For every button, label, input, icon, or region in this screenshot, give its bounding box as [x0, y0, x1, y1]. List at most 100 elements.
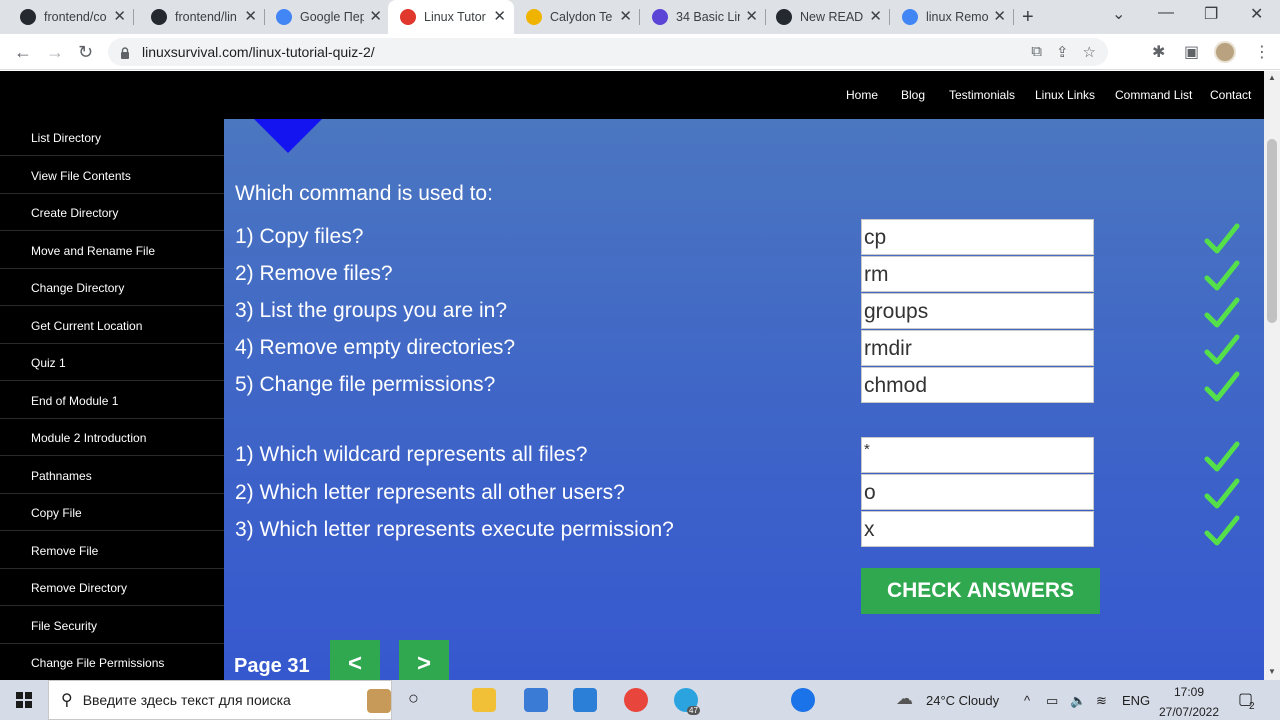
nav-testimonials-link[interactable]: Testimonials	[949, 88, 1015, 102]
answer-input[interactable]: *	[861, 437, 1094, 473]
answer-input[interactable]: rm	[861, 256, 1094, 292]
sidebar-item[interactable]: Remove File	[0, 532, 224, 569]
nav-linux-links-link[interactable]: Linux Links	[1035, 88, 1095, 102]
tab-title: New READM	[800, 10, 864, 24]
answer-input[interactable]: cp	[861, 219, 1094, 255]
nav-contact-link[interactable]: Contact	[1210, 88, 1251, 102]
browser-tab[interactable]: Google Пер ✕	[264, 0, 390, 34]
sidebar-item[interactable]: Pathnames	[0, 457, 224, 494]
battery-icon[interactable]: ▭	[1046, 693, 1058, 709]
scroll-up-icon[interactable]: ▲	[1268, 73, 1276, 82]
sidebar-item-label: Get Current Location	[31, 318, 143, 333]
close-tab-icon[interactable]: ✕	[993, 9, 1006, 25]
answer-input[interactable]: o	[861, 474, 1094, 510]
browser-tab[interactable]: frontend/lin ✕	[139, 0, 265, 34]
cloud-icon: ☁	[896, 689, 913, 708]
reload-icon[interactable]: ↻	[78, 42, 93, 62]
menu-kebab-icon[interactable]: ⋮	[1254, 42, 1270, 62]
sidebar-item[interactable]: Copy File	[0, 494, 224, 531]
close-tab-icon[interactable]: ✕	[619, 9, 632, 25]
browser-tab[interactable]: New READM ✕	[764, 0, 890, 34]
sidebar-item[interactable]: List Directory	[0, 119, 224, 156]
close-tab-icon[interactable]: ✕	[745, 9, 758, 25]
forward-icon[interactable]: →	[46, 42, 64, 62]
close-tab-icon[interactable]: ✕	[369, 9, 382, 25]
quiz-question: 5) Change file permissions?	[235, 373, 496, 396]
close-tab-icon[interactable]: ✕	[869, 9, 882, 25]
file-explorer-icon[interactable]	[472, 688, 496, 712]
quiz-question: 1) Copy files?	[235, 225, 364, 248]
sidebar-item[interactable]: Module 2 Introduction	[0, 419, 224, 456]
nav-command-list-link[interactable]: Command List	[1115, 88, 1192, 102]
sidebar-item[interactable]: View File Contents	[0, 157, 224, 194]
extensions-icon[interactable]: ✱	[1152, 42, 1165, 62]
side-panel-icon[interactable]: ▣	[1184, 42, 1199, 62]
scroll-down-icon[interactable]: ▼	[1268, 667, 1276, 676]
nav-home-link[interactable]: Home	[846, 88, 878, 102]
close-tab-icon[interactable]: ✕	[113, 9, 126, 25]
url-text: linuxsurvival.com/linux-tutorial-quiz-2/	[142, 44, 375, 60]
sidebar-item[interactable]: Get Current Location	[0, 307, 224, 344]
browser-tab[interactable]: 34 Basic Lin ✕	[640, 0, 766, 34]
sidebar-item-label: Change Directory	[31, 281, 125, 295]
page-scrollbar[interactable]: ▲ ▼	[1264, 71, 1280, 680]
sidebar-item[interactable]: Change File Permissions	[0, 644, 224, 680]
task-view-icon[interactable]: ○	[408, 688, 419, 709]
answer-input[interactable]: rmdir	[861, 330, 1094, 366]
minimize-icon[interactable]: —	[1158, 4, 1174, 22]
close-window-icon[interactable]: ✕	[1250, 4, 1263, 24]
close-tab-icon[interactable]: ✕	[493, 9, 506, 25]
omnibox[interactable]: linuxsurvival.com/linux-tutorial-quiz-2/…	[108, 38, 1108, 66]
help-icon[interactable]	[791, 688, 815, 712]
check-answers-button[interactable]: CHECK ANSWERS	[861, 568, 1100, 614]
answer-input[interactable]: chmod	[861, 367, 1094, 403]
nav-blog-link[interactable]: Blog	[901, 88, 925, 102]
weather-text[interactable]: 24°C Cloudy	[926, 693, 999, 708]
sidebar-item[interactable]: Change Directory	[0, 269, 224, 306]
browser-tab[interactable]: Calydon Te ✕	[514, 0, 640, 34]
maximize-icon[interactable]: ❐	[1204, 4, 1218, 24]
sidebar-item[interactable]: Move and Rename File	[0, 232, 224, 269]
decorative-triangle	[254, 119, 322, 153]
bookmark-star-icon[interactable]: ☆	[1083, 43, 1096, 61]
back-icon[interactable]: ←	[14, 42, 32, 62]
answer-input[interactable]: groups	[861, 293, 1094, 329]
sidebar-item-label: Move and Rename File	[31, 243, 156, 258]
windows-start-icon[interactable]	[16, 692, 32, 708]
wifi-icon[interactable]: ≋	[1096, 693, 1107, 709]
chrome-icon[interactable]	[624, 688, 648, 712]
windows-taskbar: ⚲ Введите здесь текст для поиска ○ 47 ☁ …	[0, 680, 1280, 720]
scrollbar-thumb[interactable]	[1267, 139, 1277, 323]
answer-input[interactable]: x	[861, 511, 1094, 547]
quiz-question: 2) Which letter represents all other use…	[235, 481, 625, 504]
vscode-icon[interactable]	[573, 688, 597, 712]
browser-tab[interactable]: frontend/co ✕	[8, 0, 134, 34]
close-tab-icon[interactable]: ✕	[244, 9, 257, 25]
microsoft-store-icon[interactable]	[524, 688, 548, 712]
volume-icon[interactable]: 🔈	[1070, 693, 1086, 709]
tab-title: frontend/lin	[175, 10, 237, 24]
browser-tab[interactable]: linux Remo ✕	[890, 0, 1014, 34]
correct-check-icon	[1204, 478, 1240, 510]
google-icon	[902, 9, 918, 25]
quiz-question: 2) Remove files?	[235, 262, 393, 285]
sidebar-item[interactable]: File Security	[0, 607, 224, 644]
sidebar-item-label: View File Contents	[31, 168, 131, 183]
translate-icon[interactable]: ⧉	[1031, 43, 1042, 61]
taskbar-search-box[interactable]: ⚲ Введите здесь текст для поиска	[48, 680, 392, 720]
sidebar-item[interactable]: Remove Directory	[0, 569, 224, 606]
next-page-button[interactable]: >	[399, 640, 449, 680]
share-icon[interactable]: ⇪	[1056, 43, 1069, 61]
previous-page-button[interactable]: <	[330, 640, 380, 680]
browser-tab[interactable]: Linux Tutor ✕	[388, 0, 514, 34]
tray-chevron-icon[interactable]: ^	[1024, 693, 1030, 708]
sidebar-item[interactable]: Create Directory	[0, 194, 224, 231]
sidebar-item[interactable]: Quiz 1	[0, 344, 224, 381]
sidebar-item[interactable]: End of Module 1	[0, 382, 224, 419]
sidebar-item-label: Quiz 1	[31, 356, 66, 370]
profile-avatar[interactable]	[1214, 41, 1236, 63]
tab-search-icon[interactable]: ⌄	[1112, 4, 1125, 24]
clock[interactable]: 17:09 27/07/2022	[1152, 684, 1226, 720]
language-indicator[interactable]: ENG	[1122, 693, 1150, 708]
new-tab-button[interactable]: +	[1022, 6, 1034, 29]
